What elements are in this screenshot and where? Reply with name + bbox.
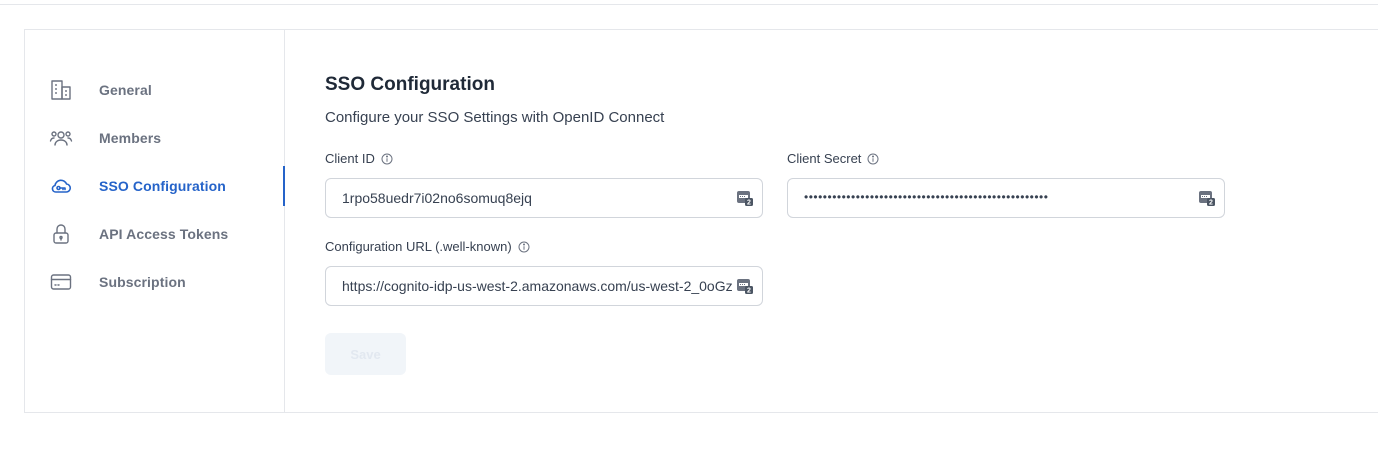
- credit-card-icon: [49, 270, 73, 294]
- sidebar-item-general[interactable]: General: [25, 70, 284, 110]
- sidebar-item-sso-configuration[interactable]: SSO Configuration: [25, 166, 285, 206]
- sidebar-item-subscription[interactable]: Subscription: [25, 262, 284, 302]
- sidebar-item-label: Members: [99, 130, 162, 146]
- client-id-label: Client ID: [325, 151, 375, 166]
- client-secret-label: Client Secret: [787, 151, 862, 166]
- settings-card: General Members SSO Configuration API Ac…: [24, 29, 1378, 413]
- config-url-label-row: Configuration URL (.well-known): [325, 239, 530, 254]
- password-manager-icon[interactable]: 2: [736, 189, 754, 207]
- sidebar-item-label: Subscription: [99, 274, 186, 290]
- settings-sidebar: General Members SSO Configuration API Ac…: [25, 30, 285, 412]
- svg-text:2: 2: [1209, 200, 1213, 207]
- info-icon[interactable]: [518, 241, 530, 253]
- client-secret-value: ••••••••••••••••••••••••••••••••••••••••…: [804, 190, 1049, 204]
- info-icon[interactable]: [867, 153, 879, 165]
- cloud-key-icon: [49, 174, 73, 198]
- page-subtitle: Configure your SSO Settings with OpenID …: [325, 109, 665, 126]
- client-secret-field[interactable]: ••••••••••••••••••••••••••••••••••••••••…: [787, 178, 1225, 218]
- page-title: SSO Configuration: [325, 74, 495, 95]
- sidebar-item-members[interactable]: Members: [25, 118, 284, 158]
- password-manager-icon[interactable]: 2: [1198, 189, 1216, 207]
- config-url-label: Configuration URL (.well-known): [325, 239, 512, 254]
- sidebar-item-label: API Access Tokens: [99, 226, 229, 242]
- sidebar-item-label: SSO Configuration: [99, 178, 226, 194]
- info-icon[interactable]: [381, 153, 393, 165]
- lock-icon: [49, 222, 73, 246]
- users-icon: [49, 126, 73, 150]
- password-manager-icon[interactable]: 2: [736, 277, 754, 295]
- sidebar-item-label: General: [99, 82, 152, 98]
- config-url-field[interactable]: https://cognito-idp-us-west-2.amazonaws.…: [325, 266, 763, 306]
- sidebar-item-api-access-tokens[interactable]: API Access Tokens: [25, 214, 284, 254]
- client-id-value: 1rpo58uedr7i02no6somuq8ejq: [342, 190, 532, 206]
- svg-text:2: 2: [747, 200, 751, 207]
- sso-settings-panel: SSO Configuration Configure your SSO Set…: [285, 30, 1378, 412]
- config-url-value: https://cognito-idp-us-west-2.amazonaws.…: [342, 278, 733, 294]
- svg-text:2: 2: [747, 288, 751, 295]
- save-button[interactable]: Save: [325, 333, 406, 375]
- client-id-field[interactable]: 1rpo58uedr7i02no6somuq8ejq 2: [325, 178, 763, 218]
- client-id-label-row: Client ID: [325, 151, 393, 166]
- top-divider: [0, 4, 1378, 5]
- client-secret-label-row: Client Secret: [787, 151, 879, 166]
- building-icon: [49, 78, 73, 102]
